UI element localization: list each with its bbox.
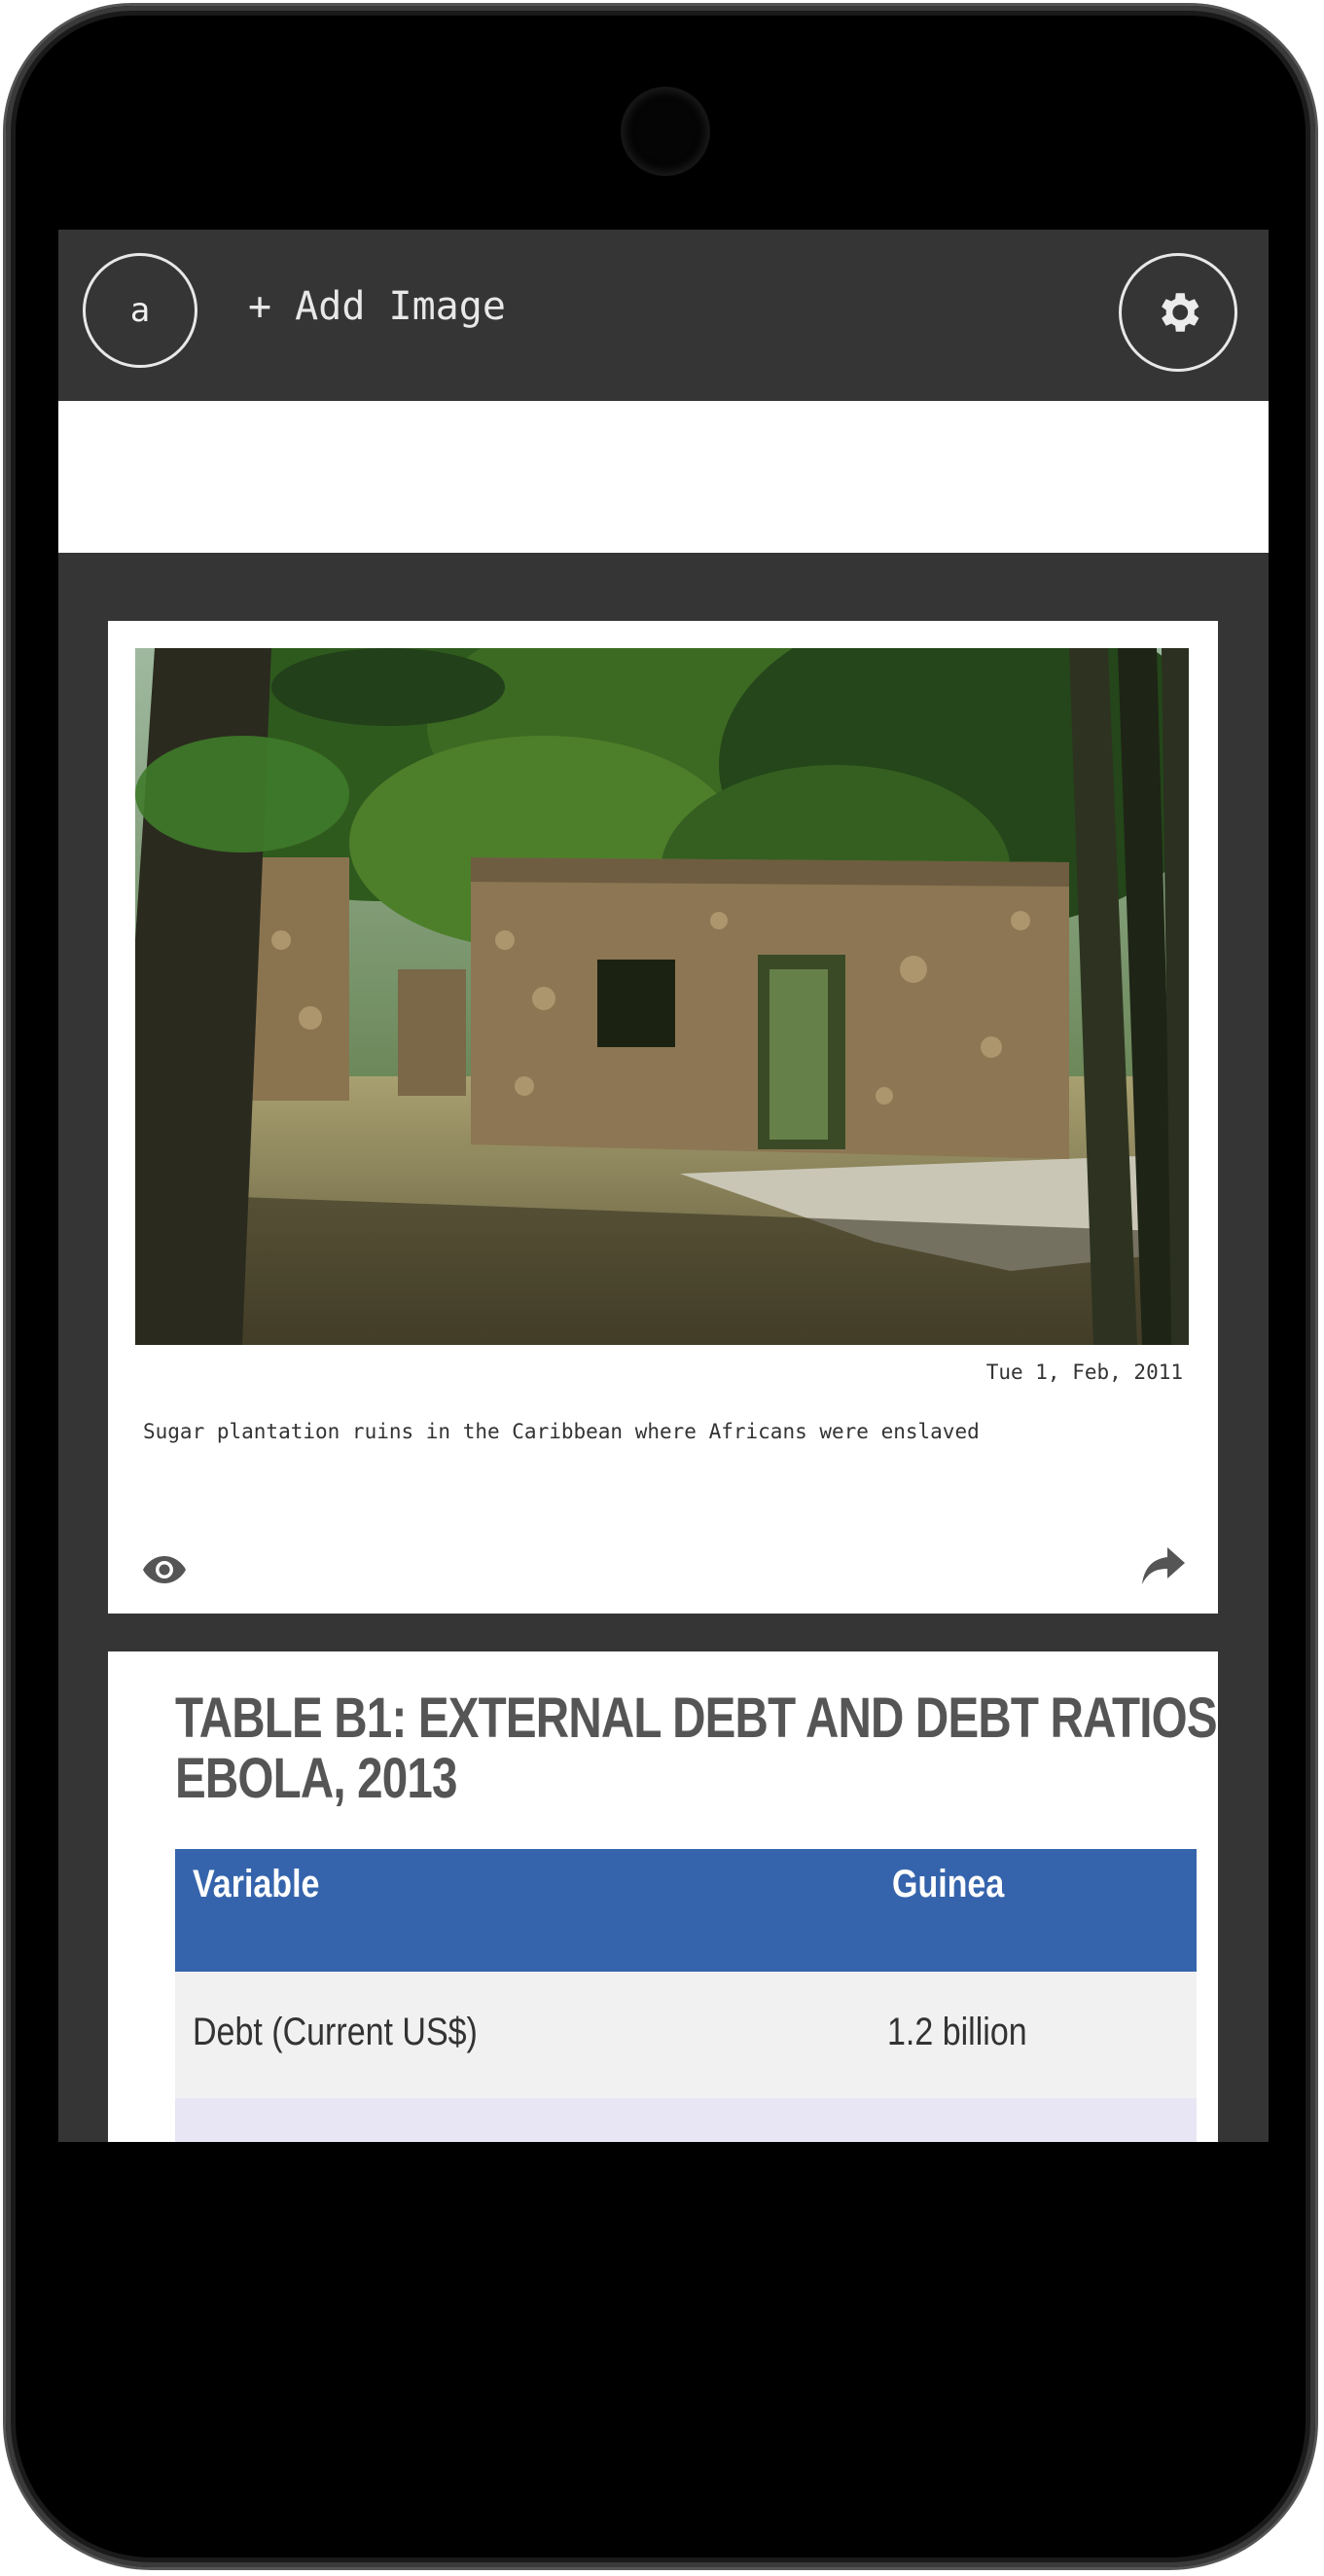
share-icon[interactable] — [1140, 1545, 1187, 1586]
table-cell: Debt (Current US$) — [193, 2011, 478, 2053]
table-header: Variable Guinea — [175, 1849, 1197, 1972]
post-image[interactable] — [135, 648, 1189, 1345]
ruins-photo — [135, 648, 1189, 1345]
post-date: Tue 1, Feb, 2011 — [985, 1361, 1183, 1384]
table-row — [175, 2098, 1197, 2142]
feed-card: TABLE B1: EXTERNAL DEBT AND DEBT RATIOS … — [108, 1651, 1218, 2142]
app-screen: a + Add Image Tue 1, Feb, 2011 Sugar pla… — [58, 230, 1269, 2142]
table-cell: 1.2 billion — [887, 2011, 1027, 2053]
feed-card: Tue 1, Feb, 2011 Sugar plantation ruins … — [108, 621, 1218, 1614]
column-header: Variable — [193, 1863, 320, 1905]
front-camera — [624, 90, 707, 173]
avatar-letter: a — [129, 291, 151, 330]
table-row: Debt (Current US$) 1.2 billion — [175, 1972, 1197, 2098]
top-bar: a + Add Image — [58, 230, 1269, 401]
table-title-line: EBOLA, 2013 — [175, 1747, 457, 1810]
column-header: Guinea — [892, 1863, 1005, 1905]
add-image-button[interactable]: + Add Image — [248, 284, 506, 329]
settings-button[interactable] — [1119, 253, 1237, 372]
eye-icon[interactable] — [141, 1553, 188, 1586]
gear-icon — [1162, 293, 1199, 332]
phone-frame: a + Add Image Tue 1, Feb, 2011 Sugar pla… — [6, 6, 1315, 2567]
table-title: TABLE B1: EXTERNAL DEBT AND DEBT RATIOS … — [175, 1687, 1218, 1810]
table-title-line: TABLE B1: EXTERNAL DEBT AND DEBT RATIOS — [175, 1687, 1218, 1750]
avatar-button[interactable]: a — [83, 253, 197, 368]
post-caption: Sugar plantation ruins in the Caribbean … — [143, 1420, 980, 1443]
banner-area — [58, 401, 1269, 553]
